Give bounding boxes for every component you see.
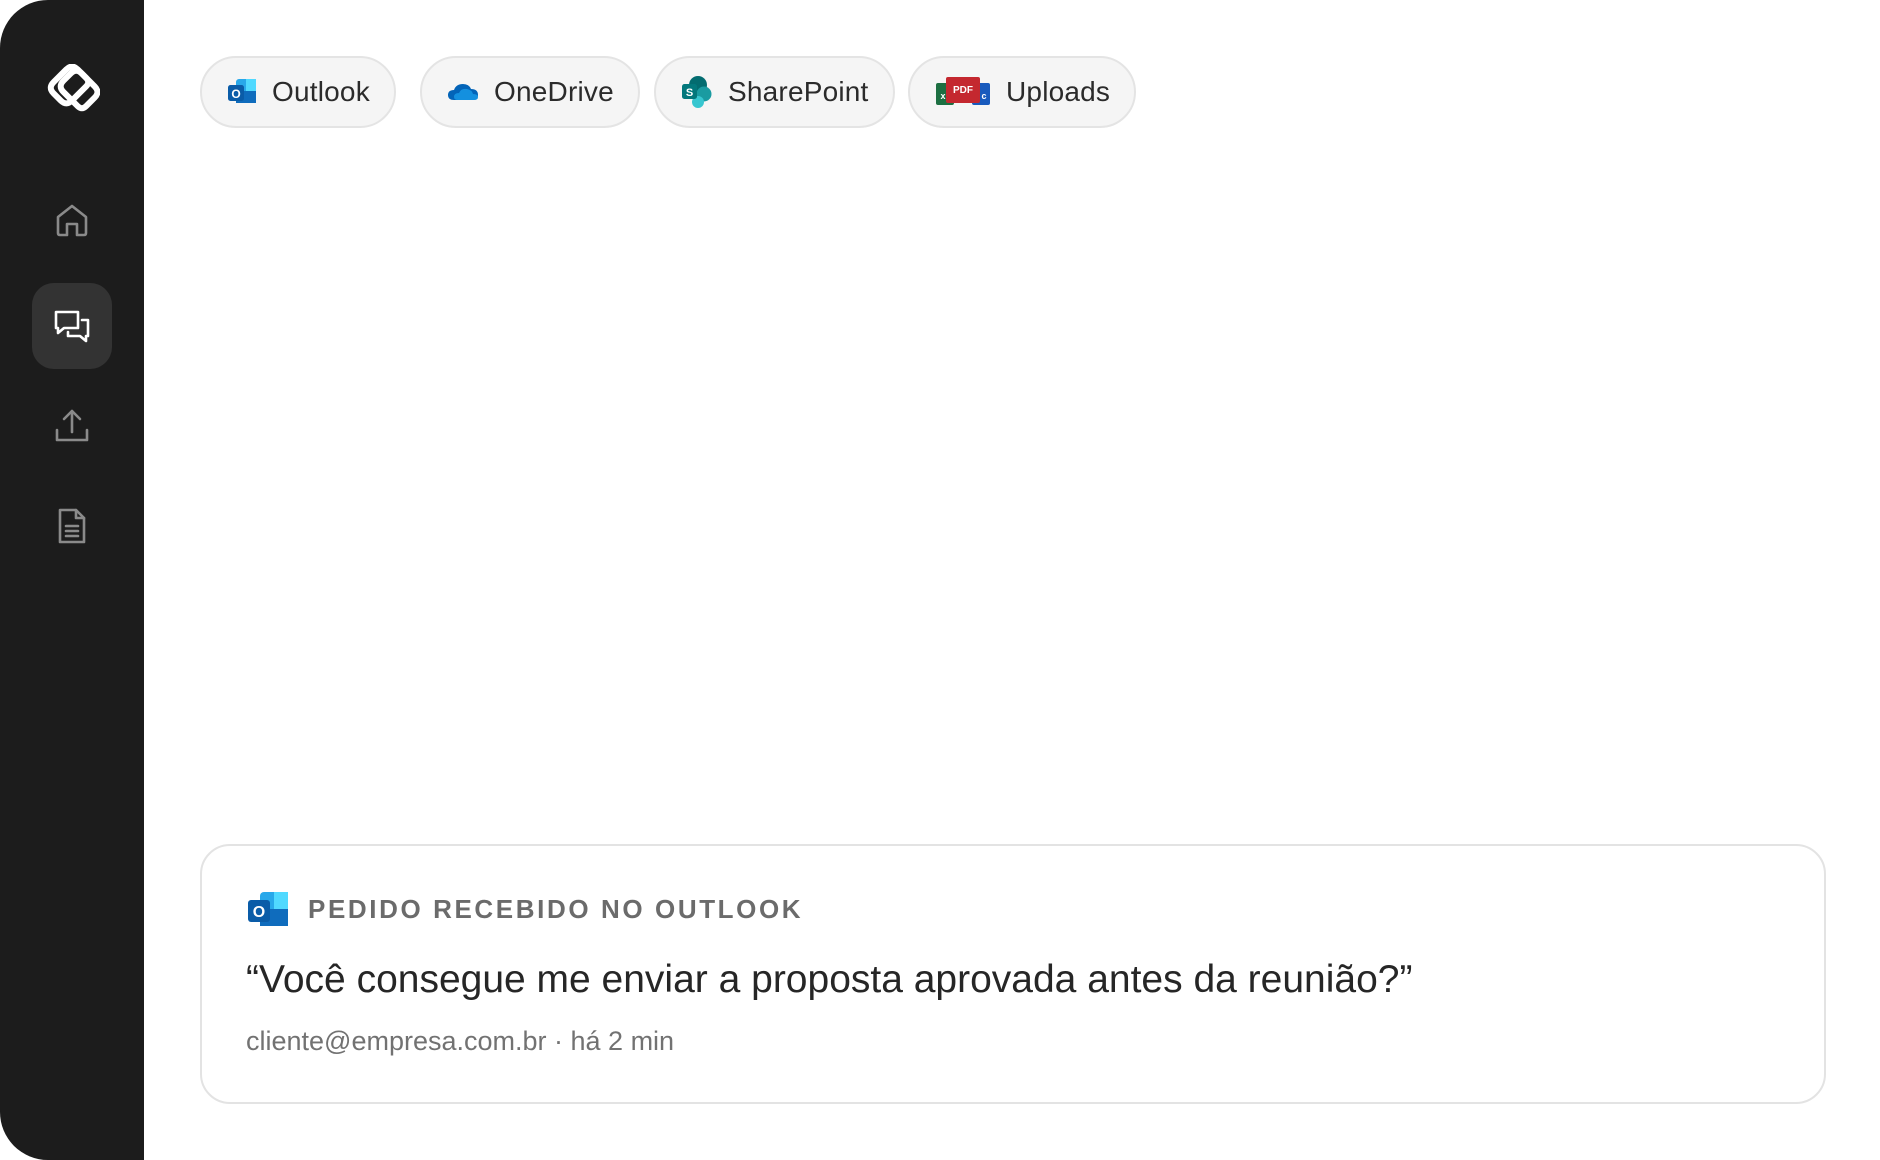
source-chip-onedrive[interactable]: OneDrive — [420, 56, 640, 128]
outlook-icon: O — [246, 890, 290, 928]
sidebar — [0, 0, 144, 1160]
source-chip-label: OneDrive — [494, 76, 614, 107]
svg-text:c: c — [981, 91, 986, 101]
outlook-icon: O — [226, 77, 258, 107]
sidebar-item-upload[interactable] — [32, 383, 112, 469]
uploads-files-icon: x c PDF — [934, 75, 992, 109]
svg-text:O: O — [253, 904, 265, 921]
onedrive-icon — [446, 80, 480, 104]
card-title: PEDIDO RECEBIDO NO OUTLOOK — [308, 893, 804, 924]
sidebar-item-home[interactable] — [32, 177, 112, 263]
source-chip-uploads[interactable]: x c PDF Uploads — [908, 56, 1137, 128]
source-chip-label: Outlook — [272, 76, 370, 107]
knot-logo-icon[interactable] — [44, 63, 101, 120]
home-icon — [56, 204, 88, 237]
chat-icon — [54, 310, 90, 343]
sidebar-item-documents[interactable] — [32, 483, 112, 569]
source-chip-outlook[interactable]: O Outlook — [200, 56, 396, 128]
source-chip-sharepoint[interactable]: S SharePoint — [654, 56, 895, 128]
svg-text:S: S — [686, 87, 693, 99]
app-window: O Outlook OneDrive S SharePoint x c PDF … — [0, 0, 1880, 1160]
card-header: O PEDIDO RECEBIDO NO OUTLOOK — [246, 890, 803, 928]
source-chip-label: SharePoint — [728, 76, 869, 107]
upload-icon — [55, 409, 89, 442]
outlook-request-card[interactable]: O PEDIDO RECEBIDO NO OUTLOOK “Você conse… — [200, 844, 1826, 1104]
svg-text:x: x — [940, 91, 945, 101]
source-chip-label: Uploads — [1006, 76, 1111, 107]
sidebar-item-chat[interactable] — [32, 283, 112, 369]
svg-text:O: O — [231, 87, 240, 101]
document-icon — [58, 508, 86, 544]
request-quote: “Você consegue me enviar a proposta apro… — [246, 958, 1413, 1001]
svg-text:PDF: PDF — [953, 85, 973, 96]
sharepoint-icon: S — [680, 75, 714, 109]
request-meta: cliente@empresa.com.br · há 2 min — [246, 1026, 675, 1056]
